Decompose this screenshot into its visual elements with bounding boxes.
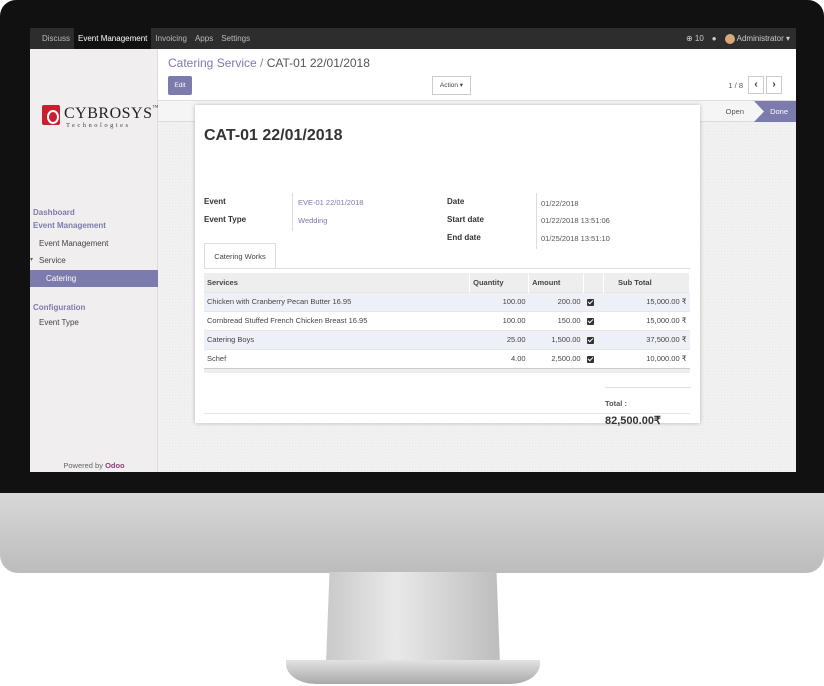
- table-row[interactable]: Cornbread Stuffed French Chicken Breast …: [204, 310, 690, 330]
- powered-by: Powered by Odoo: [63, 461, 125, 470]
- cell-amount: 150.00: [528, 310, 584, 330]
- edit-button[interactable]: Edit: [168, 76, 192, 95]
- logo-mark-icon: [42, 105, 60, 125]
- nav-event-management[interactable]: Event Management: [74, 28, 152, 49]
- menu-configuration[interactable]: Configuration: [30, 301, 158, 314]
- control-panel: Catering Service / CAT-01 22/01/2018 Edi…: [158, 49, 796, 101]
- event-field[interactable]: EVE-01 22/01/2018: [298, 198, 363, 207]
- cell-check: [583, 291, 604, 311]
- cell-amount: 200.00: [528, 291, 584, 311]
- cell-quantity: 4.00: [469, 348, 529, 368]
- total-value: 82,500.00₹: [605, 415, 661, 427]
- monitor-chin: [0, 493, 824, 573]
- checkbox-icon[interactable]: [586, 317, 594, 325]
- chevron-left-icon[interactable]: ‹: [748, 76, 764, 94]
- company-logo: CYBROSYS™ Technologies: [42, 105, 158, 129]
- cell-service: Catering Boys: [204, 329, 470, 349]
- top-navbar: Discuss Event Management Invoicing Apps …: [30, 28, 796, 49]
- date-label: Date: [447, 197, 465, 206]
- breadcrumb-current: CAT-01 22/01/2018: [266, 56, 370, 70]
- stage-done[interactable]: Done: [754, 101, 796, 122]
- checkbox-icon[interactable]: [586, 355, 594, 363]
- clock-icon: ⊕: [685, 34, 693, 43]
- cell-service: Cornbread Stuffed French Chicken Breast …: [204, 310, 470, 330]
- activity-counter[interactable]: ⊕ 10: [686, 34, 704, 43]
- total-block: Total : 82,500.00₹: [605, 387, 691, 429]
- table-footer: [204, 368, 690, 373]
- side-menu: Dashboard Event Management Event Managem…: [30, 206, 158, 331]
- caret-down-icon: ▾: [785, 33, 790, 43]
- cell-quantity: 100.00: [469, 310, 529, 330]
- user-menu[interactable]: Administrator ▾: [724, 33, 790, 44]
- end-date-label: End date: [447, 233, 481, 242]
- cell-subtotal: 15,000.00 ₹: [603, 291, 690, 311]
- cell-check: [583, 310, 604, 330]
- sidebar: CYBROSYS™ Technologies Dashboard Event M…: [30, 49, 158, 472]
- event-type-label: Event Type: [204, 215, 247, 224]
- chat-icon[interactable]: ●: [712, 34, 717, 43]
- nav-settings[interactable]: Settings: [217, 28, 254, 49]
- nav-discuss[interactable]: Discuss: [38, 28, 74, 49]
- menu-dashboard[interactable]: Dashboard: [30, 206, 158, 219]
- date-field[interactable]: 01/22/2018: [541, 199, 579, 208]
- col-quantity[interactable]: Quantity: [469, 273, 530, 292]
- nav-invoicing[interactable]: Invoicing: [151, 28, 191, 49]
- start-date-field[interactable]: 01/22/2018 13:51:06: [541, 216, 610, 225]
- table-row[interactable]: Schef 4.00 2,500.00 10,000.00 ₹: [204, 348, 690, 368]
- menu-event-management[interactable]: Event Management: [30, 219, 158, 232]
- menu-item-event-management[interactable]: Event Management: [30, 235, 158, 252]
- menu-item-service[interactable]: ▾ Service: [30, 252, 158, 269]
- col-services[interactable]: Services: [204, 273, 471, 292]
- cell-quantity: 100.00: [469, 291, 529, 311]
- cell-amount: 2,500.00: [528, 348, 584, 368]
- end-date-field[interactable]: 01/25/2018 13:51:10: [541, 234, 610, 243]
- breadcrumb-parent[interactable]: Catering Service /: [168, 56, 263, 70]
- cell-service: Schef: [204, 348, 470, 368]
- event-label: Event: [204, 197, 226, 206]
- table-header: Services Quantity Amount Sub Total: [204, 273, 690, 292]
- cell-subtotal: 10,000.00 ₹: [603, 348, 690, 368]
- monitor-stand: [326, 572, 500, 664]
- start-date-label: Start date: [447, 215, 484, 224]
- cell-subtotal: 15,000.00 ₹: [603, 310, 690, 330]
- cell-amount: 1,500.00: [528, 329, 584, 349]
- menu-item-event-type[interactable]: Event Type: [30, 314, 158, 331]
- stage-open[interactable]: Open: [726, 101, 750, 122]
- odoo-link[interactable]: Odoo: [105, 461, 125, 470]
- col-amount[interactable]: Amount: [528, 273, 585, 292]
- breadcrumb: Catering Service / CAT-01 22/01/2018: [168, 56, 370, 70]
- avatar: [724, 33, 735, 44]
- table-row[interactable]: Chicken with Cranberry Pecan Butter 16.9…: [204, 291, 690, 311]
- pager-value[interactable]: 1 / 8: [728, 81, 743, 90]
- caret-down-icon: ▾: [30, 257, 34, 263]
- chevron-right-icon[interactable]: ›: [766, 76, 782, 94]
- form-sheet: CAT-01 22/01/2018 Event EVE-01 22/01/201…: [195, 105, 700, 427]
- monitor-base: [286, 660, 540, 684]
- cell-subtotal: 37,500.00 ₹: [603, 329, 690, 349]
- total-label: Total :: [605, 399, 627, 408]
- event-type-field[interactable]: Wedding: [298, 216, 327, 225]
- nav-apps[interactable]: Apps: [191, 28, 217, 49]
- pager: 1 / 8 ‹ ›: [728, 76, 782, 94]
- table-row[interactable]: Catering Boys 25.00 1,500.00 37,500.00 ₹: [204, 329, 690, 349]
- cell-service: Chicken with Cranberry Pecan Butter 16.9…: [204, 291, 470, 311]
- checkbox-icon[interactable]: [586, 298, 594, 306]
- cell-quantity: 25.00: [469, 329, 529, 349]
- menu-item-catering[interactable]: Catering: [30, 270, 158, 287]
- col-subtotal[interactable]: Sub Total: [603, 273, 690, 292]
- catering-lines-table: Services Quantity Amount Sub Total Chick…: [204, 273, 690, 368]
- cell-check: [583, 329, 604, 349]
- tab-catering-works[interactable]: Catering Works: [204, 243, 276, 269]
- cell-check: [583, 348, 604, 368]
- action-dropdown[interactable]: Action ▾: [432, 76, 471, 95]
- checkbox-icon[interactable]: [586, 336, 594, 344]
- record-title: CAT-01 22/01/2018: [204, 127, 343, 144]
- col-check: [583, 273, 605, 292]
